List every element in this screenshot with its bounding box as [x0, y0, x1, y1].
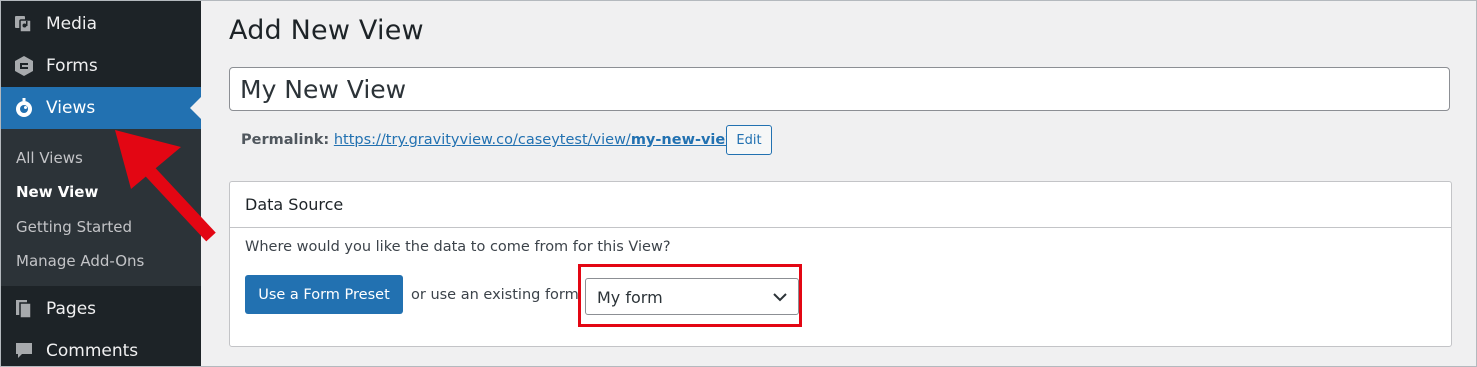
permalink-url-slug: my-new-view: [630, 132, 739, 148]
sidebar-item-media[interactable]: Media: [1, 3, 201, 45]
pages-icon: [12, 297, 36, 321]
submenu-item-all-views[interactable]: All Views: [16, 149, 83, 167]
gravity-forms-icon: [12, 54, 36, 78]
current-menu-indicator: [190, 97, 201, 119]
data-source-panel: Data Source Where would you like the dat…: [229, 181, 1452, 347]
sidebar-item-comments[interactable]: Comments: [1, 330, 201, 366]
submenu-item-getting-started[interactable]: Getting Started: [16, 218, 132, 236]
highlight-annotation-box: [578, 264, 802, 327]
or-existing-form-text: or use an existing form: [411, 287, 579, 303]
sidebar-item-pages[interactable]: Pages: [1, 288, 201, 330]
submenu-item-manage-add-ons[interactable]: Manage Add-Ons: [16, 252, 144, 270]
data-source-question: Where would you like the data to come fr…: [245, 239, 671, 255]
data-source-header: Data Source: [230, 182, 1451, 228]
admin-window: Media Forms Views All Views New View Get…: [0, 0, 1477, 367]
page-title: Add New View: [229, 15, 424, 46]
media-icon: [12, 12, 36, 36]
sidebar-item-label: Forms: [46, 56, 98, 76]
sidebar-item-label: Views: [46, 98, 96, 118]
use-form-preset-button[interactable]: Use a Form Preset: [245, 275, 403, 314]
permalink-label: Permalink:: [241, 132, 330, 148]
sidebar-item-label: Media: [46, 14, 98, 34]
comments-icon: [12, 339, 36, 363]
permalink-row: Permalink: https://try.gravityview.co/ca…: [241, 132, 744, 148]
sidebar-item-label: Comments: [46, 341, 139, 361]
view-title-input[interactable]: [229, 67, 1450, 111]
gravityview-icon: [12, 96, 36, 120]
permalink-url-base: https://try.gravityview.co/caseytest/vie…: [333, 132, 631, 148]
permalink-link[interactable]: https://try.gravityview.co/caseytest/vie…: [334, 132, 744, 148]
sidebar-item-label: Pages: [46, 299, 97, 319]
data-source-title: Data Source: [245, 195, 344, 214]
admin-sidebar: Media Forms Views All Views New View Get…: [1, 1, 201, 366]
sidebar-item-views[interactable]: Views: [1, 87, 201, 129]
views-submenu: All Views New View Getting Started Manag…: [1, 129, 201, 286]
sidebar-item-forms[interactable]: Forms: [1, 45, 201, 87]
edit-permalink-button[interactable]: Edit: [726, 125, 772, 155]
submenu-item-new-view[interactable]: New View: [16, 183, 98, 201]
